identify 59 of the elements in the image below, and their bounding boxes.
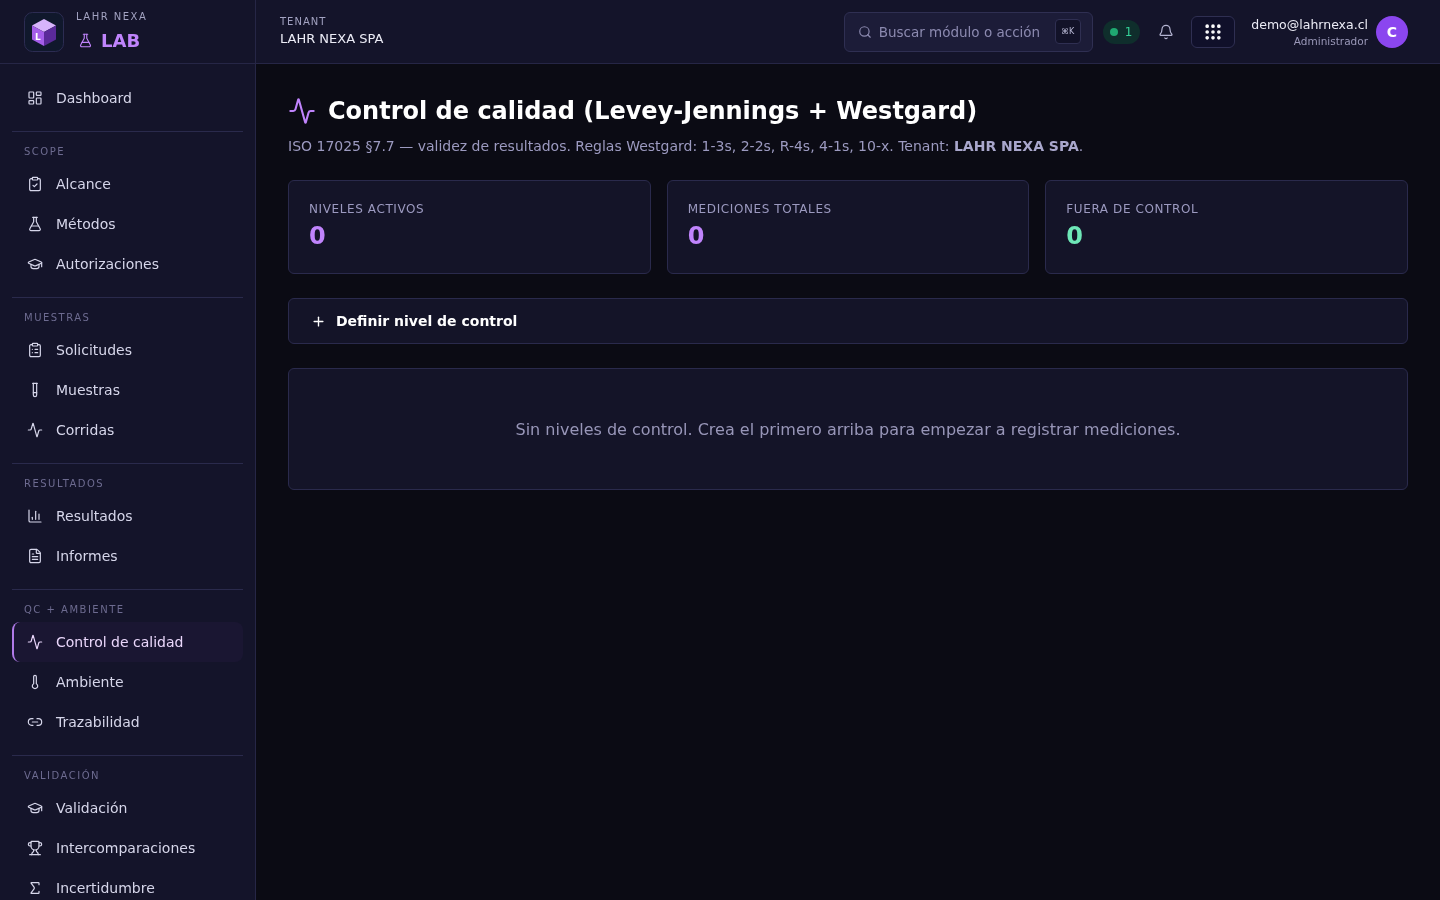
- user-role: Administrador: [1293, 34, 1368, 47]
- dashboard-icon: [27, 90, 43, 106]
- sidebar-item[interactable]: Métodos: [12, 204, 243, 244]
- sidebar-item[interactable]: Corridas: [12, 410, 243, 450]
- stat-value: 0: [687, 221, 705, 251]
- page-title: Control de calidad (Levey-Jennings + Westgard): [328, 96, 978, 126]
- stat-label: FUERA DE CONTROL: [1066, 201, 1199, 217]
- section-title: QC + AMBIENTE: [24, 603, 126, 617]
- page-subtitle: ISO 17025 §7.7 — validez de resultados. Reglas Westgard: 1-3s, 2-2s, R-4s, 4-1s, 10-x. Tenant: LAHR NEXA SPA.: [288, 137, 1085, 156]
- flask-icon: [78, 33, 93, 48]
- apps-button[interactable]: [1191, 15, 1236, 48]
- trophy-icon: [27, 840, 43, 856]
- stat-label: MEDICIONES TOTALES: [687, 201, 832, 217]
- user-avatar[interactable]: C: [1376, 15, 1408, 48]
- document-icon: [27, 548, 43, 564]
- graduation-cap-icon: [27, 256, 43, 272]
- brand-product: LAB: [101, 30, 141, 51]
- bell-icon[interactable]: [1158, 23, 1175, 40]
- sidebar-item[interactable]: Validación: [12, 788, 243, 828]
- cube-logo: L: [24, 11, 64, 52]
- clipboard-list-icon: [27, 342, 43, 358]
- sidebar-item[interactable]: Ambiente: [12, 662, 243, 702]
- sidebar-item[interactable]: Incertidumbre: [12, 868, 243, 900]
- sidebar-item[interactable]: Alcance: [12, 164, 243, 204]
- graduation-cap-icon: [27, 800, 43, 816]
- status-dot-icon: [1109, 27, 1118, 36]
- clipboard-check-icon: [27, 176, 43, 192]
- stat-value: 0: [309, 221, 326, 251]
- search-icon: [857, 24, 872, 39]
- status-count: 1: [1124, 24, 1133, 39]
- sidebar-item[interactable]: Autorizaciones: [12, 244, 243, 284]
- sidebar-item[interactable]: Intercomparaciones: [12, 828, 243, 868]
- user-email: demo@lahrnexa.cl: [1251, 16, 1368, 32]
- pulse-icon: [27, 634, 43, 650]
- define-level-button[interactable]: Definir nivel de control: [288, 298, 1408, 344]
- sidebar-item[interactable]: Solicitudes: [12, 330, 243, 370]
- section-title: RESULTADOS: [24, 477, 106, 491]
- brand-org: LAHR NEXA: [76, 10, 148, 23]
- tenant-label: TENANT: [280, 16, 328, 28]
- empty-state-message: Sin niveles de control. Crea el primero arriba para empezar a registrar mediciones.: [515, 419, 1181, 439]
- stat-value: 0: [1066, 221, 1084, 251]
- section-title: SCOPE: [24, 145, 67, 159]
- dot-grid-icon: [1203, 21, 1224, 42]
- sidebar-item[interactable]: Muestras: [12, 370, 243, 410]
- sidebar-item[interactable]: Informes: [12, 536, 243, 576]
- sidebar-item[interactable]: Control de calidad: [12, 622, 243, 662]
- stat-label: NIVELES ACTIVOS: [309, 201, 425, 217]
- flask-icon: [27, 216, 43, 232]
- bar-chart-icon: [27, 508, 43, 524]
- pulse-icon: [288, 97, 316, 125]
- sidebar-item[interactable]: Trazabilidad: [12, 702, 243, 742]
- sidebar-item[interactable]: Resultados: [12, 496, 243, 536]
- tenant-name: LAHR NEXA SPA: [280, 31, 385, 47]
- sidebar-item[interactable]: Dashboard: [12, 78, 243, 118]
- plus-icon: [311, 313, 326, 329]
- pulse-icon: [27, 422, 43, 438]
- sigma-icon: [27, 880, 43, 896]
- section-title: VALIDACIÓN: [24, 768, 102, 783]
- section-title: MUESTRAS: [24, 311, 92, 325]
